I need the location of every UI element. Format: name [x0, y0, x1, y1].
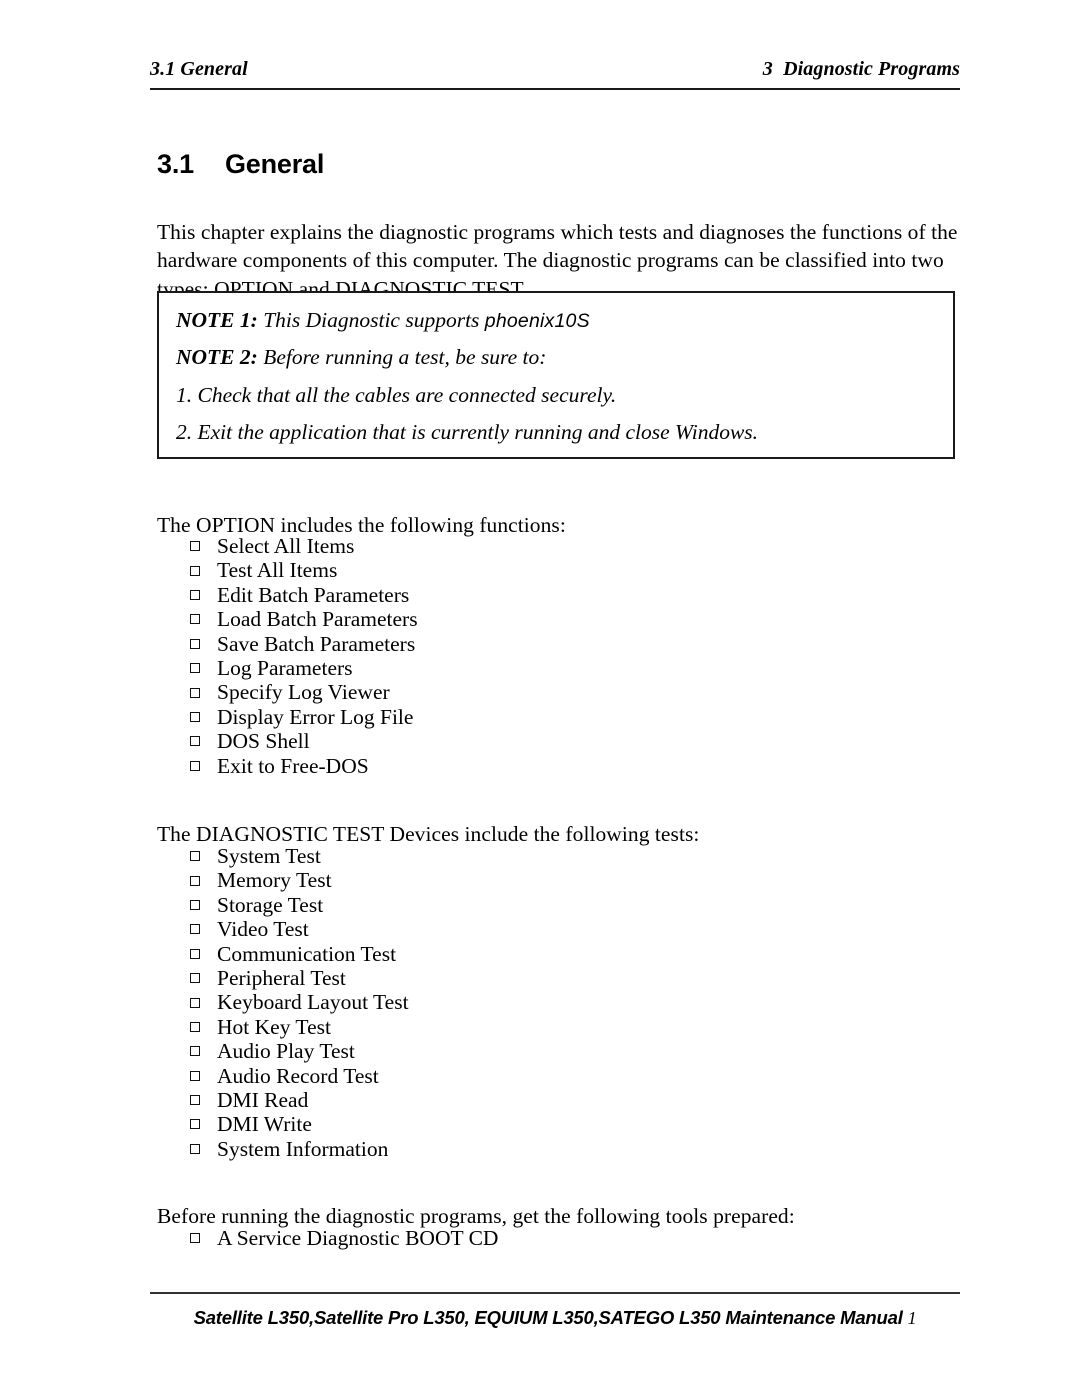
- list-item-label: DOS Shell: [217, 729, 310, 754]
- square-bullet-icon: [190, 1119, 200, 1130]
- list-item-label: Log Parameters: [217, 655, 353, 680]
- list-item-label: Memory Test: [217, 868, 332, 893]
- list-item: Communication Test: [190, 942, 409, 966]
- list-item: A Service Diagnostic BOOT CD: [190, 1226, 498, 1250]
- list-item: Log Parameters: [190, 656, 418, 680]
- square-bullet-icon: [190, 875, 200, 886]
- square-bullet-icon: [190, 541, 200, 552]
- list-item-label: Exit to Free-DOS: [217, 753, 369, 778]
- note-2-line: NOTE 2: Before running a test, be sure t…: [176, 345, 546, 370]
- list-item: Select All Items: [190, 534, 418, 558]
- square-bullet-icon: [190, 638, 200, 649]
- list-item: Peripheral Test: [190, 966, 409, 990]
- note-1-text: This Diagnostic supports: [257, 308, 485, 332]
- list-item-label: Storage Test: [217, 892, 324, 917]
- list-item: Display Error Log File: [190, 705, 418, 729]
- list-item-label: Specify Log Viewer: [217, 680, 390, 705]
- square-bullet-icon: [190, 663, 200, 674]
- list-item: Audio Play Test: [190, 1039, 409, 1063]
- note-1-line: NOTE 1: This Diagnostic supports phoenix…: [176, 308, 590, 333]
- option-function-list: Select All Items Test All Items Edit Batch…: [190, 534, 418, 778]
- list-item-label: Edit Batch Parameters: [217, 582, 410, 607]
- list-item: DOS Shell: [190, 729, 418, 753]
- list-item: System Information: [190, 1137, 409, 1161]
- list-item: Hot Key Test: [190, 1015, 409, 1039]
- list-item: Storage Test: [190, 893, 409, 917]
- tools-list: A Service Diagnostic BOOT CD: [190, 1226, 498, 1250]
- list-item: Edit Batch Parameters: [190, 583, 418, 607]
- square-bullet-icon: [190, 948, 200, 959]
- list-item-label: Keyboard Layout Test: [217, 990, 409, 1015]
- square-bullet-icon: [190, 899, 200, 910]
- list-item: Keyboard Layout Test: [190, 990, 409, 1014]
- square-bullet-icon: [190, 589, 200, 600]
- header-section-label: 3.1 General: [150, 58, 248, 80]
- note-step-2: 2. Exit the application that is currentl…: [176, 420, 759, 444]
- note-callout-box: NOTE 1: This Diagnostic supports phoenix…: [157, 291, 955, 459]
- diagnostic-test-list: System Test Memory Test Storage Test Video …: [190, 844, 409, 1161]
- list-item: Memory Test: [190, 868, 409, 892]
- square-bullet-icon: [190, 687, 200, 698]
- square-bullet-icon: [190, 851, 200, 862]
- page-number: 1: [907, 1308, 917, 1328]
- header-divider-rule: [150, 88, 960, 90]
- square-bullet-icon: [190, 1070, 200, 1081]
- page-title: 3.1 General: [157, 149, 324, 180]
- square-bullet-icon: [190, 1046, 200, 1057]
- square-bullet-icon: [190, 760, 200, 771]
- list-item-label: Communication Test: [217, 941, 397, 966]
- footer-manual-title: Satellite L350,Satellite Pro L350, EQUIU…: [193, 1307, 908, 1328]
- running-header: 3.1 General 3 Diagnostic Programs: [150, 58, 960, 81]
- list-item-label: Save Batch Parameters: [217, 631, 416, 656]
- list-item: Video Test: [190, 917, 409, 941]
- list-item-label: System Information: [217, 1136, 389, 1161]
- list-item: Audio Record Test: [190, 1064, 409, 1088]
- square-bullet-icon: [190, 997, 200, 1008]
- list-item: DMI Read: [190, 1088, 409, 1112]
- square-bullet-icon: [190, 711, 200, 722]
- document-page: 3.1 General 3 Diagnostic Programs 3.1 Gen…: [0, 0, 1080, 1397]
- list-item-label: A Service Diagnostic BOOT CD: [217, 1226, 499, 1250]
- list-item: System Test: [190, 844, 409, 868]
- square-bullet-icon: [190, 1095, 200, 1106]
- note-2-text: Before running a test, be sure to:: [257, 345, 547, 369]
- list-item-label: System Test: [217, 844, 321, 868]
- list-item-label: Audio Record Test: [217, 1063, 379, 1088]
- list-item: Load Batch Parameters: [190, 607, 418, 631]
- list-item-label: Load Batch Parameters: [217, 607, 418, 632]
- list-item-label: Audio Play Test: [217, 1039, 355, 1064]
- note-2-label: NOTE 2:: [176, 345, 258, 369]
- list-item-label: Test All Items: [217, 558, 338, 583]
- list-item-label: DMI Write: [217, 1112, 312, 1137]
- list-item-label: Peripheral Test: [217, 965, 346, 990]
- square-bullet-icon: [190, 565, 200, 576]
- square-bullet-icon: [190, 924, 200, 935]
- footer: Satellite L350,Satellite Pro L350, EQUIU…: [150, 1307, 960, 1329]
- list-item: DMI Write: [190, 1112, 409, 1136]
- note-1-brand: phoenix10S: [484, 310, 590, 332]
- square-bullet-icon: [190, 973, 200, 984]
- section-title: General: [225, 149, 325, 180]
- square-bullet-icon: [190, 1233, 200, 1244]
- list-item-label: DMI Read: [217, 1087, 309, 1112]
- list-item: Test All Items: [190, 558, 418, 582]
- list-item: Save Batch Parameters: [190, 632, 418, 656]
- list-item-label: Select All Items: [217, 534, 355, 558]
- footer-divider-rule: [150, 1292, 960, 1294]
- section-number: 3.1: [157, 149, 194, 180]
- list-item-label: Hot Key Test: [217, 1014, 331, 1039]
- list-item: Exit to Free-DOS: [190, 754, 418, 778]
- square-bullet-icon: [190, 614, 200, 625]
- list-item-label: Display Error Log File: [217, 704, 414, 729]
- square-bullet-icon: [190, 736, 200, 747]
- list-item: Specify Log Viewer: [190, 680, 418, 704]
- square-bullet-icon: [190, 1021, 200, 1032]
- note-1-label: NOTE 1:: [176, 308, 258, 332]
- square-bullet-icon: [190, 1143, 200, 1154]
- header-chapter-label: 3 Diagnostic Programs: [762, 58, 960, 80]
- note-step-1: 1. Check that all the cables are connect…: [176, 383, 617, 407]
- list-item-label: Video Test: [217, 917, 309, 942]
